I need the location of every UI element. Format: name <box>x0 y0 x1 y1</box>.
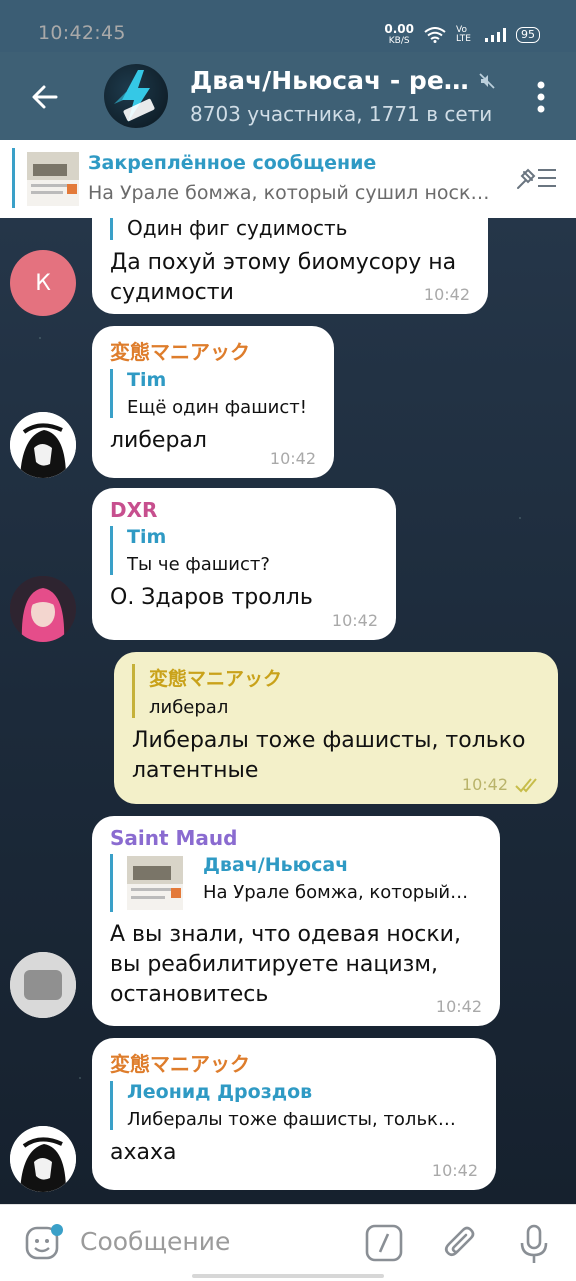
sender-name[interactable]: DXR <box>110 498 378 522</box>
reply-text: либерал <box>149 697 229 718</box>
chat-title[interactable]: Двач/Ньюсач - ред… <box>190 66 480 95</box>
reply-text: Либералы тоже фашисты, тольк… <box>127 1109 456 1130</box>
message-bubble[interactable]: 変態マニアック Tim Ещё один фашист! либерал 10:… <box>92 326 334 478</box>
message-time: 10:42 <box>435 997 482 1016</box>
message-time: 10:42 <box>269 449 316 468</box>
avatar[interactable] <box>10 576 76 642</box>
reply-preview[interactable]: 変態マニアック либерал <box>132 664 540 718</box>
avatar[interactable] <box>10 412 76 478</box>
message-bubble[interactable]: 変態マニアック Леонид Дроздов Либералы тоже фаш… <box>92 1038 496 1190</box>
reply-text: Один фиг судимость <box>127 218 348 240</box>
reply-author: Двач/Ньюсач <box>203 854 349 876</box>
reply-text: Ты че фашист? <box>127 554 270 575</box>
message-text: ахаха <box>110 1140 177 1165</box>
emoji-icon[interactable] <box>24 1223 64 1263</box>
reply-author: Tim <box>127 526 167 548</box>
mic-icon[interactable] <box>516 1223 552 1265</box>
reply-preview[interactable]: Леонид Дроздов Либералы тоже фашисты, то… <box>110 1081 478 1130</box>
avatar[interactable] <box>10 1126 76 1192</box>
back-icon[interactable] <box>28 80 62 114</box>
message-time: 10:42 <box>461 775 508 794</box>
pinned-thumbnail <box>27 152 79 206</box>
reply-text: Ещё один фашист! <box>127 397 307 418</box>
message-time: 10:42 <box>331 611 378 630</box>
reply-preview[interactable]: Один фиг судимость <box>110 218 470 240</box>
reply-preview[interactable]: Двач/Ньюсач На Урале бомжа, который… <box>110 854 482 912</box>
net-speed: 0.00 KB/S <box>384 22 414 46</box>
anime-avatar-image <box>10 412 76 478</box>
unpin-icon[interactable] <box>514 164 558 192</box>
pinned-text: На Урале бомжа, который сушил носк… <box>88 182 490 204</box>
reply-author: Tim <box>127 369 167 391</box>
pinned-message-bar[interactable]: Закреплённое сообщение На Урале бомжа, к… <box>0 140 576 219</box>
chat-subtitle: 8703 участника, 1771 в сети <box>190 102 493 126</box>
attach-icon[interactable] <box>440 1223 480 1263</box>
pinned-title: Закреплённое сообщение <box>88 152 377 174</box>
own-message-bubble[interactable]: 変態マニアック либерал Либералы тоже фашисты, т… <box>114 652 558 804</box>
message-bubble[interactable]: DXR Tim Ты че фашист? О. Здаров тролль 1… <box>92 488 396 640</box>
sender-name[interactable]: 変態マニアック <box>110 336 316 365</box>
reply-author: 変態マニアック <box>149 668 283 690</box>
channel-avatar[interactable] <box>104 64 168 128</box>
reply-text: На Урале бомжа, который… <box>203 882 469 903</box>
message-text: Да похуй этому биомусору на судимости <box>110 250 457 305</box>
home-indicator[interactable] <box>192 1274 384 1278</box>
sender-name[interactable]: Saint Maud <box>110 826 482 850</box>
message-input[interactable]: Сообщение <box>80 1227 230 1256</box>
reply-thumbnail <box>127 856 183 910</box>
command-icon[interactable] <box>364 1223 404 1263</box>
battery-indicator: 95 <box>516 27 540 43</box>
volte-label: Vo LTE <box>456 25 471 44</box>
reply-preview[interactable]: Tim Ещё один фашист! <box>110 369 316 418</box>
double-check-icon <box>515 778 537 793</box>
avatar-letter: К <box>35 270 51 296</box>
message-text: О. Здаров тролль <box>110 585 313 610</box>
reply-author: Леонид Дроздов <box>127 1081 313 1103</box>
message-text: А вы знали, что одевая носки, вы реабили… <box>110 922 461 1007</box>
status-bar: 10:42:45 0.00 KB/S Vo LTE 95 <box>0 0 576 52</box>
signal-icon <box>485 28 506 42</box>
message-bubble[interactable]: Saint Maud Двач/Ньюсач На Урале бомжа, к… <box>92 816 500 1026</box>
message-bubble[interactable]: Один фиг судимость Да похуй этому биомус… <box>92 218 488 314</box>
message-list[interactable]: Один фиг судимость Да похуй этому биомус… <box>0 218 576 1204</box>
avatar[interactable] <box>10 952 76 1018</box>
status-icons: 0.00 KB/S Vo LTE 95 <box>384 22 540 46</box>
avatar[interactable]: К <box>10 250 76 316</box>
sender-name[interactable]: 変態マニアック <box>110 1048 478 1077</box>
pink-hair-avatar-image <box>10 576 76 642</box>
wifi-icon <box>424 27 446 43</box>
blurred-avatar-image <box>10 952 76 1018</box>
chat-header: Двач/Ньюсач - ред… 8703 участника, 1771 … <box>0 52 576 140</box>
lightning-news-logo <box>114 70 155 122</box>
message-time: 10:42 <box>431 1161 478 1180</box>
message-time: 10:42 <box>423 285 470 304</box>
reply-preview[interactable]: Tim Ты че фашист? <box>110 526 378 575</box>
pinned-accent-bar <box>12 148 15 208</box>
mute-icon <box>479 73 495 89</box>
message-composer: Сообщение <box>0 1204 576 1281</box>
more-vert-icon[interactable] <box>536 80 546 114</box>
anime-avatar-image <box>10 1126 76 1192</box>
